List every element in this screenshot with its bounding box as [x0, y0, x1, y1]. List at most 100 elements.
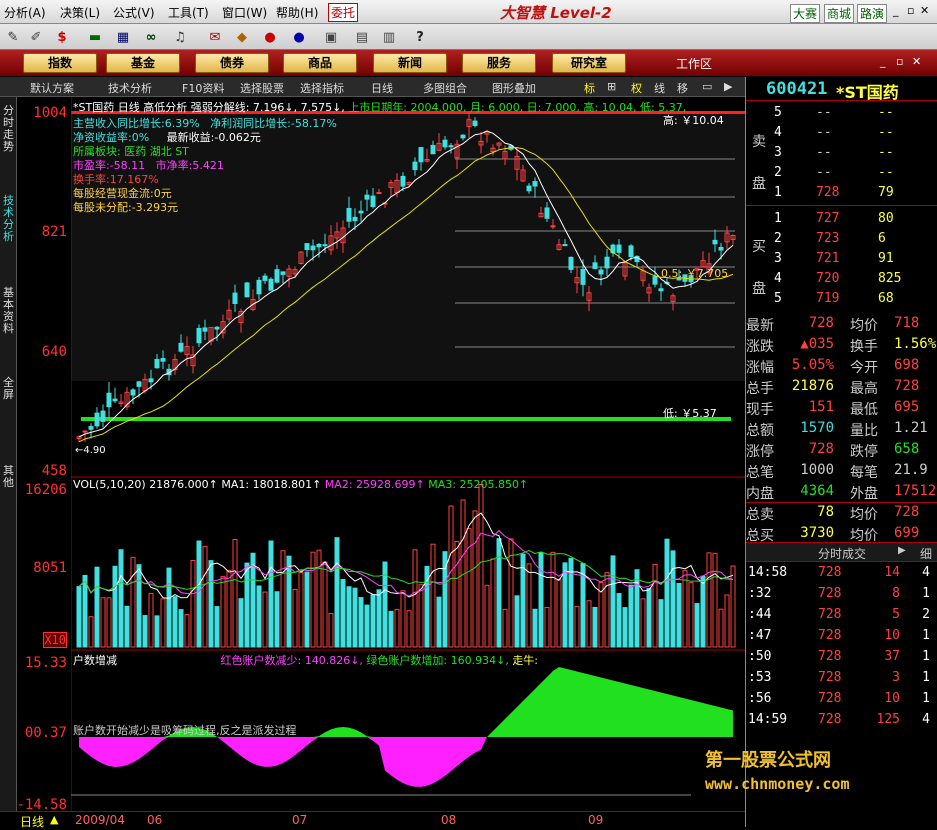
collapse-arrow-icon[interactable]: ▶ — [724, 80, 732, 93]
circle-red-icon[interactable]: ● — [260, 27, 280, 47]
crosshair-icon[interactable]: ⊞ — [607, 80, 616, 93]
tech-analysis-button[interactable]: 技术分析 — [108, 80, 152, 96]
ticks-title[interactable]: 分时成交 — [818, 545, 866, 562]
stat-label-2: 均价 — [850, 318, 878, 334]
timeline-label: 06 — [147, 813, 163, 827]
bid-row[interactable]: 3 721 91 — [746, 249, 937, 270]
ask-row[interactable]: 3 -- -- — [746, 143, 937, 164]
panel-close-icon[interactable]: ✕ — [912, 55, 921, 68]
vol-tick: 16206 — [24, 482, 67, 498]
volume-bar — [166, 567, 172, 648]
tick-row: :50 728 37 1 — [746, 647, 937, 668]
chart-tool-row: 默认方案 技术分析 F10资料 选择股票 选择指标 日线 多图组合 图形叠加 标… — [0, 77, 745, 97]
default-scheme-button[interactable]: 默认方案 — [30, 80, 74, 96]
stat-row: 最新 728 均价 718 — [746, 313, 937, 335]
volume-bar — [244, 562, 250, 648]
ask-row[interactable]: 1 728 79 — [746, 183, 937, 204]
line-button[interactable]: 线 — [654, 80, 665, 96]
candle-body — [376, 192, 382, 195]
select-stock-button[interactable]: 选择股票 — [240, 80, 284, 96]
bid-row[interactable]: 2 723 6 — [746, 229, 937, 250]
workspace-label[interactable]: 工作区 — [676, 55, 712, 72]
section-commodity[interactable]: 商品 — [283, 53, 357, 73]
binoculars-icon[interactable]: ∞ — [141, 27, 161, 47]
ask-row[interactable]: 4 -- -- — [746, 123, 937, 144]
help-icon[interactable]: ? — [410, 27, 430, 47]
tick-count: 1 — [922, 691, 930, 706]
f10-button[interactable]: F10资料 — [182, 80, 224, 96]
cashflow: 每股经营现金流:0元 — [73, 187, 172, 200]
tick-row: :56 728 10 1 — [746, 689, 937, 710]
tab-other[interactable]: 其他 — [1, 465, 16, 489]
restore-button[interactable]: ▫ — [907, 4, 914, 17]
rights-button[interactable]: 权 — [631, 80, 642, 96]
flag-icon[interactable]: ▬ — [85, 27, 105, 47]
latest-eps: 最新收益:-0.062元 — [166, 131, 261, 144]
tab-fundamental[interactable]: 基本资料 — [1, 287, 16, 335]
panel-toggle-icon[interactable]: ▭ — [702, 80, 712, 93]
period-switch[interactable]: 日线 — [20, 813, 44, 830]
bid-row[interactable]: 1 727 80 — [746, 209, 937, 230]
stat-value-2: 1.21 — [894, 420, 928, 436]
contest-link[interactable]: 大赛 — [790, 4, 821, 23]
volume-bar — [664, 538, 670, 648]
grid-icon[interactable]: ▦ — [113, 27, 133, 47]
candle-body — [580, 268, 586, 285]
panel-restore-icon[interactable]: ▫ — [896, 55, 903, 68]
section-fund[interactable]: 基金 — [106, 53, 180, 73]
diamond-icon[interactable]: ◆ — [232, 27, 252, 47]
daily-button[interactable]: 日线 — [371, 80, 393, 96]
section-bond[interactable]: 债券 — [195, 53, 269, 73]
tab-fullscreen[interactable]: 全屏 — [1, 377, 16, 401]
overlay-button[interactable]: 图形叠加 — [492, 80, 536, 96]
books-icon[interactable]: ▥ — [379, 27, 399, 47]
section-index[interactable]: 指数 — [23, 53, 97, 73]
stat-label: 内盘 — [746, 486, 774, 502]
circle-blue-icon[interactable]: ● — [289, 27, 309, 47]
edit-icon[interactable]: ✉ — [205, 27, 225, 47]
bid-row[interactable]: 4 720 825 — [746, 269, 937, 290]
section-service[interactable]: 服务 — [462, 53, 536, 73]
pen-icon[interactable]: ✐ — [26, 27, 46, 47]
mark-button[interactable]: 标 — [584, 80, 595, 96]
volume-bar — [346, 586, 352, 648]
menu-tools[interactable]: 工具(T) — [168, 4, 209, 21]
entrust-button[interactable]: 委托 — [328, 3, 359, 22]
minimize-button[interactable]: _ — [893, 4, 899, 17]
vol-scale-tag[interactable]: X10 — [43, 632, 67, 648]
period-arrow-icon[interactable]: ▲ — [50, 813, 58, 826]
section-news[interactable]: 新闻 — [373, 53, 447, 73]
panel-min-icon[interactable]: _ — [880, 55, 886, 68]
tab-technical[interactable]: 技术分析 — [1, 195, 16, 243]
multi-chart-button[interactable]: 多图组合 — [423, 80, 467, 96]
stat-label: 总卖 — [746, 507, 774, 523]
stat-value: 78 — [817, 504, 834, 520]
ticks-arrow-icon[interactable]: ▶ — [898, 545, 906, 556]
ask-row[interactable]: 5 -- -- — [746, 103, 937, 124]
ticks-detail-tab[interactable]: 细 — [920, 545, 932, 562]
candle-body — [550, 225, 556, 228]
select-indicator-button[interactable]: 选择指标 — [300, 80, 344, 96]
move-button[interactable]: 移 — [677, 80, 688, 96]
roadshow-link[interactable]: 路演 — [857, 4, 888, 23]
menu-window[interactable]: 窗口(W) — [222, 4, 267, 21]
menu-decision[interactable]: 决策(L) — [60, 4, 100, 21]
volume-bar — [358, 597, 364, 648]
stat-label: 涨停 — [746, 444, 774, 460]
bid-row[interactable]: 5 719 68 — [746, 289, 937, 310]
ruler-icon[interactable]: ✎ — [3, 27, 23, 47]
dollar-icon[interactable]: $ — [52, 27, 72, 47]
level-price: -- — [816, 165, 832, 180]
ask-row[interactable]: 2 -- -- — [746, 163, 937, 184]
menu-analysis[interactable]: 分析(A) — [4, 4, 46, 21]
volume-bar — [286, 555, 292, 648]
window-icon[interactable]: ▤ — [352, 27, 372, 47]
alarm-icon[interactable]: ♫ — [170, 27, 190, 47]
cart-icon[interactable]: ▣ — [321, 27, 341, 47]
close-button[interactable]: ✕ — [920, 4, 929, 17]
section-research[interactable]: 研究室 — [552, 53, 626, 73]
tab-intraday[interactable]: 分时走势 — [1, 105, 16, 153]
menu-formula[interactable]: 公式(V) — [113, 4, 155, 21]
menu-help[interactable]: 帮助(H) — [276, 4, 318, 21]
mall-link[interactable]: 商城 — [824, 4, 855, 23]
